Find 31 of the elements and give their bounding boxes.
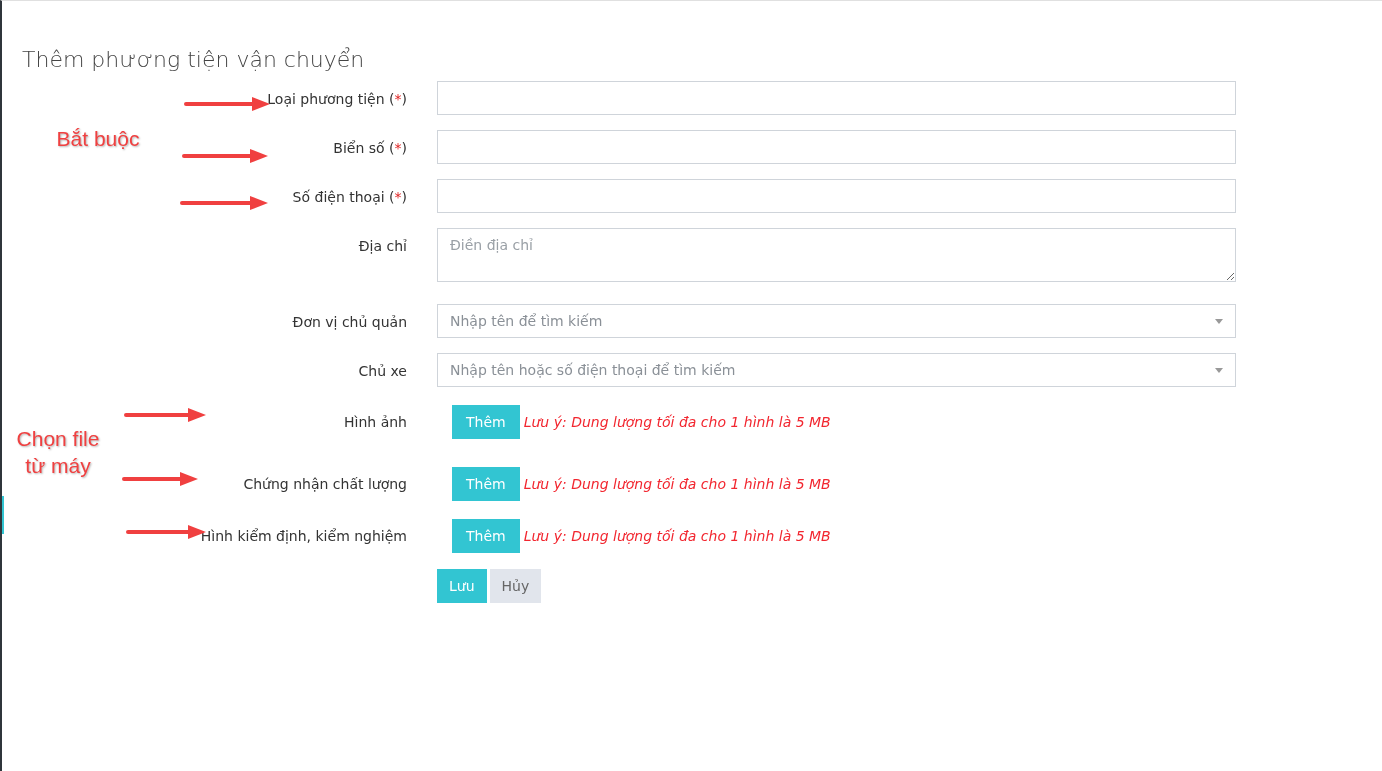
add-file-button[interactable]: Thêm: [452, 405, 520, 439]
sidebar-marker: [2, 496, 4, 534]
page-title: Thêm phương tiện vận chuyển: [22, 46, 366, 74]
file-size-note: Lưu ý: Dung lượng tối đa cho 1 hình là 5 MB: [523, 412, 831, 432]
field-label: Loại phương tiện (*): [267, 90, 407, 109]
annotation-text: Bắt buộc: [55, 126, 141, 152]
file-size-note: Lưu ý: Dung lượng tối đa cho 1 hình là 5 MB: [523, 474, 831, 494]
text-input-field[interactable]: [437, 179, 1236, 213]
field-label: Biển số (*): [333, 139, 407, 158]
annotation-text: Chọn file từ máy: [16, 426, 100, 479]
save-button[interactable]: Lưu: [437, 569, 487, 603]
search-select-field[interactable]: Nhập tên hoặc số điện thoại để tìm kiếm: [437, 353, 1236, 387]
dropdown-caret-icon: [1215, 367, 1223, 373]
field-label: Hình kiểm định, kiểm nghiệm: [200, 526, 407, 546]
dropdown-caret-icon: [1215, 318, 1223, 324]
text-input-field[interactable]: [437, 130, 1236, 164]
text-input-field[interactable]: [437, 81, 1236, 115]
address-textarea[interactable]: Điền địa chỉ: [437, 228, 1236, 282]
file-size-note: Lưu ý: Dung lượng tối đa cho 1 hình là 5 MB: [523, 526, 831, 546]
search-select-field[interactable]: Nhập tên để tìm kiếm: [437, 304, 1236, 338]
select-placeholder: Nhập tên để tìm kiếm: [450, 311, 603, 331]
field-label: Chủ xe: [358, 362, 407, 381]
field-label: Địa chỉ: [358, 237, 407, 256]
field-label: Số điện thoại (*): [292, 188, 407, 207]
cancel-button[interactable]: Hủy: [489, 569, 542, 603]
field-label: Hình ảnh: [344, 412, 407, 432]
field-label: Chứng nhận chất lượng: [243, 474, 407, 494]
add-file-button[interactable]: Thêm: [452, 519, 520, 553]
select-placeholder: Nhập tên hoặc số điện thoại để tìm kiếm: [450, 360, 736, 380]
field-label: Đơn vị chủ quản: [292, 313, 407, 332]
add-file-button[interactable]: Thêm: [452, 467, 520, 501]
